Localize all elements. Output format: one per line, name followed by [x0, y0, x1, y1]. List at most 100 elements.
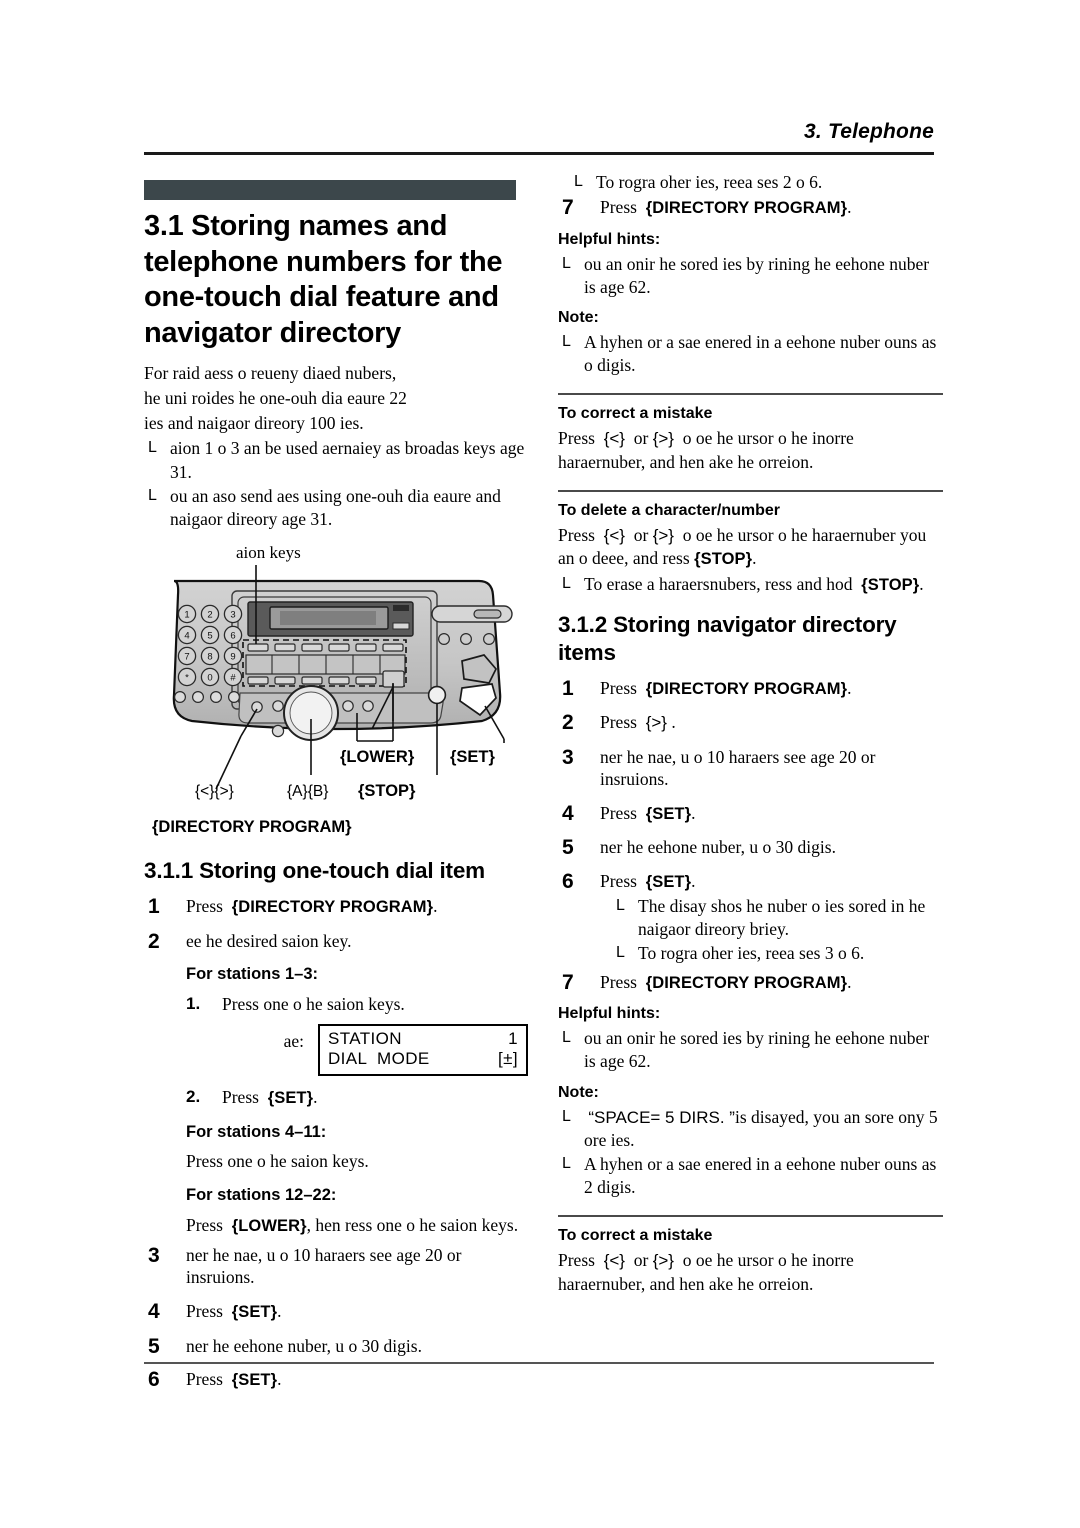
list-item: L “SPACE= 5 DIRS. ”is disayed, you an so… — [558, 1106, 943, 1153]
lcd-text-area — [280, 610, 376, 625]
key-right-arrow: {>} — [652, 525, 674, 545]
stations-12-22-heading: For stations 12–22: — [186, 1186, 337, 1205]
hint-text: ou an onir he sored ies by rining he eeh… — [584, 1028, 930, 1072]
lower-console — [238, 692, 444, 724]
bullet-l-icon: L — [562, 254, 571, 272]
step6-bullets: L The disay shos he nuber o ies sored in … — [600, 895, 943, 965]
note-heading-b: Note: — [558, 1083, 599, 1101]
lcd-row2-left: DIAL MODE — [328, 1049, 430, 1069]
step-number: 2 — [148, 929, 160, 953]
step-lead: Press — [600, 712, 637, 733]
figure-callout-lower: {LOWER} — [340, 747, 415, 766]
list-item: L To rogra oher ies, reea ses 3 o 6. — [600, 942, 943, 965]
step-lead: Press — [186, 1369, 223, 1390]
intro-bullet-1: aion 1 o 3 an be used aernaiey as broada… — [170, 438, 525, 482]
key-directory-program: {DIRECTORY PROGRAM} — [231, 898, 434, 917]
figure-label-station-keys: aion keys — [236, 542, 301, 562]
key-set: {SET} — [645, 805, 692, 823]
lcd-row2-right: [±] — [498, 1049, 518, 1069]
stations-1-3-substeps: 1. Press one o he saion keys. ae: STATIO… — [186, 993, 529, 1110]
key-set: {SET} — [231, 1303, 278, 1322]
step-item: 4 Press {SET}. — [144, 1300, 529, 1323]
intro-line-1: For raid aess o reueny diaed nubers, — [144, 362, 397, 383]
list-item: L To rogra oher ies, reea ses 2 o 6. — [558, 171, 943, 194]
key-lower: {LOWER} — [231, 1216, 307, 1235]
key-left-arrow: {<} — [603, 525, 625, 545]
key-set: {SET} — [267, 1089, 314, 1108]
helpful-hints-list-b: Lou an onir he sored ies by rining he ee… — [558, 1027, 943, 1073]
step-item: 4 Press {SET}. — [558, 802, 943, 825]
step-tail: . — [433, 896, 438, 917]
step-number: 7 — [562, 196, 574, 220]
list-item: L A hyhen or a sae enered in a eehone nub… — [558, 1153, 943, 1199]
step-number: 5 — [148, 1334, 160, 1358]
step-item: 7 Press {DIRECTORY PROGRAM}. — [558, 196, 943, 219]
note-list-a: L A hyhen or a sae enered in a eehone nub… — [558, 331, 943, 377]
key-stop: {STOP} — [694, 550, 753, 569]
stations-12-22-text: Press {LOWER}, hen ress one o he saion k… — [186, 1214, 529, 1238]
step6-bullet-2: To rogra oher ies, reea ses 3 o 6. — [638, 942, 865, 963]
svg-text:0: 0 — [207, 672, 212, 683]
handset-bar-inset — [473, 609, 502, 619]
lcd-row1-right: 1 — [508, 1028, 518, 1048]
intro-line-3: ies and naigaor direory 100 ies. — [144, 413, 364, 434]
stations-12-22-lead: Press — [186, 1214, 223, 1235]
key-set: {SET} — [231, 1371, 278, 1390]
note-heading-a: Note: — [558, 308, 599, 326]
delete-character-bullets: L To erase a haraersnubers, ress and hod… — [558, 573, 943, 597]
step-tail: . — [847, 197, 852, 218]
intro-line-2: he uni roides he one-ouh dia eaure 22 — [144, 387, 407, 408]
step-lead: Press — [600, 971, 637, 992]
key-right-arrow: {>} — [645, 713, 667, 733]
svg-text:1: 1 — [184, 609, 189, 620]
lcd-indicator-top — [393, 604, 409, 611]
lead-word: Press — [558, 1250, 595, 1271]
body-tail: o oe he ursor o he inorre haraernuber, a… — [558, 1250, 854, 1294]
step-number: 6 — [562, 870, 574, 894]
step-tail: . — [671, 712, 676, 733]
svg-text:#: # — [230, 672, 236, 683]
step-tail: . — [277, 1301, 282, 1322]
step-item: 6 Press {SET}. L The disay shos he nuber … — [558, 870, 943, 965]
note-text: A hyhen or a sae enered in a eehone nube… — [584, 331, 937, 375]
step-text: ner he eehone nuber, u o 30 digis. — [186, 1335, 422, 1356]
step-number: 3 — [562, 745, 574, 769]
conjunction: or — [633, 1250, 649, 1271]
lead-word: Press — [558, 427, 595, 448]
stations-1-3-heading: For stations 1–3: — [186, 965, 319, 984]
lcd-row-2: DIAL MODE [±] — [328, 1049, 518, 1070]
step-item: 7 Press {DIRECTORY PROGRAM}. — [558, 971, 943, 994]
fax-machine-figure: 123 456 789 * 0 # aion keys {LOWER} {SET… — [144, 543, 529, 843]
step-number: 2 — [562, 711, 574, 735]
svg-text:2: 2 — [207, 609, 212, 620]
note-text: A hyhen or a sae enered in a eehone nube… — [584, 1154, 937, 1198]
step-tail: . — [691, 871, 696, 892]
bullet-tail: . — [919, 574, 924, 595]
bullet-l-icon: L — [574, 173, 583, 190]
section-divider — [558, 392, 943, 395]
lcd-row1-left: STATION — [328, 1028, 402, 1048]
substep-lead: Press — [222, 1087, 259, 1108]
key-right-arrow: {>} — [652, 1251, 674, 1271]
right-column: L To rogra oher ies, reea ses 2 o 6. 7 Pr… — [558, 170, 943, 1298]
figure-callout-directory-program: {DIRECTORY PROGRAM} — [152, 817, 352, 836]
step-number: 1 — [562, 676, 574, 700]
list-item: L To erase a haraersnubers, ress and hod… — [558, 573, 943, 597]
step-lead: Press — [186, 896, 223, 917]
step-lead: Press — [600, 677, 637, 698]
list-item: Lou an onir he sored ies by rining he ee… — [558, 253, 943, 299]
svg-text:9: 9 — [230, 651, 235, 662]
intro-bullet-2: ou an aso send aes using one-ouh dia eau… — [170, 485, 501, 529]
stop-button — [427, 685, 447, 704]
step-number: 4 — [562, 802, 574, 825]
step-text: ee he desired saion key. — [186, 930, 352, 951]
note-list-b: L “SPACE= 5 DIRS. ”is disayed, you an so… — [558, 1106, 943, 1200]
step-text: ner he nae, u o 10 haraers see age 20 or… — [600, 746, 876, 790]
steps-list-312: 1 Press {DIRECTORY PROGRAM}. 2 Press {>}… — [558, 677, 943, 994]
figure-callout-ab: {A}{B} — [287, 782, 329, 800]
svg-text:3: 3 — [230, 609, 235, 620]
svg-text:6: 6 — [230, 630, 235, 641]
helpful-hints-list-a: Lou an onir he sored ies by rining he ee… — [558, 253, 943, 299]
step-lead: Press — [600, 197, 637, 218]
step-item: 1 Press {DIRECTORY PROGRAM}. — [144, 895, 529, 918]
